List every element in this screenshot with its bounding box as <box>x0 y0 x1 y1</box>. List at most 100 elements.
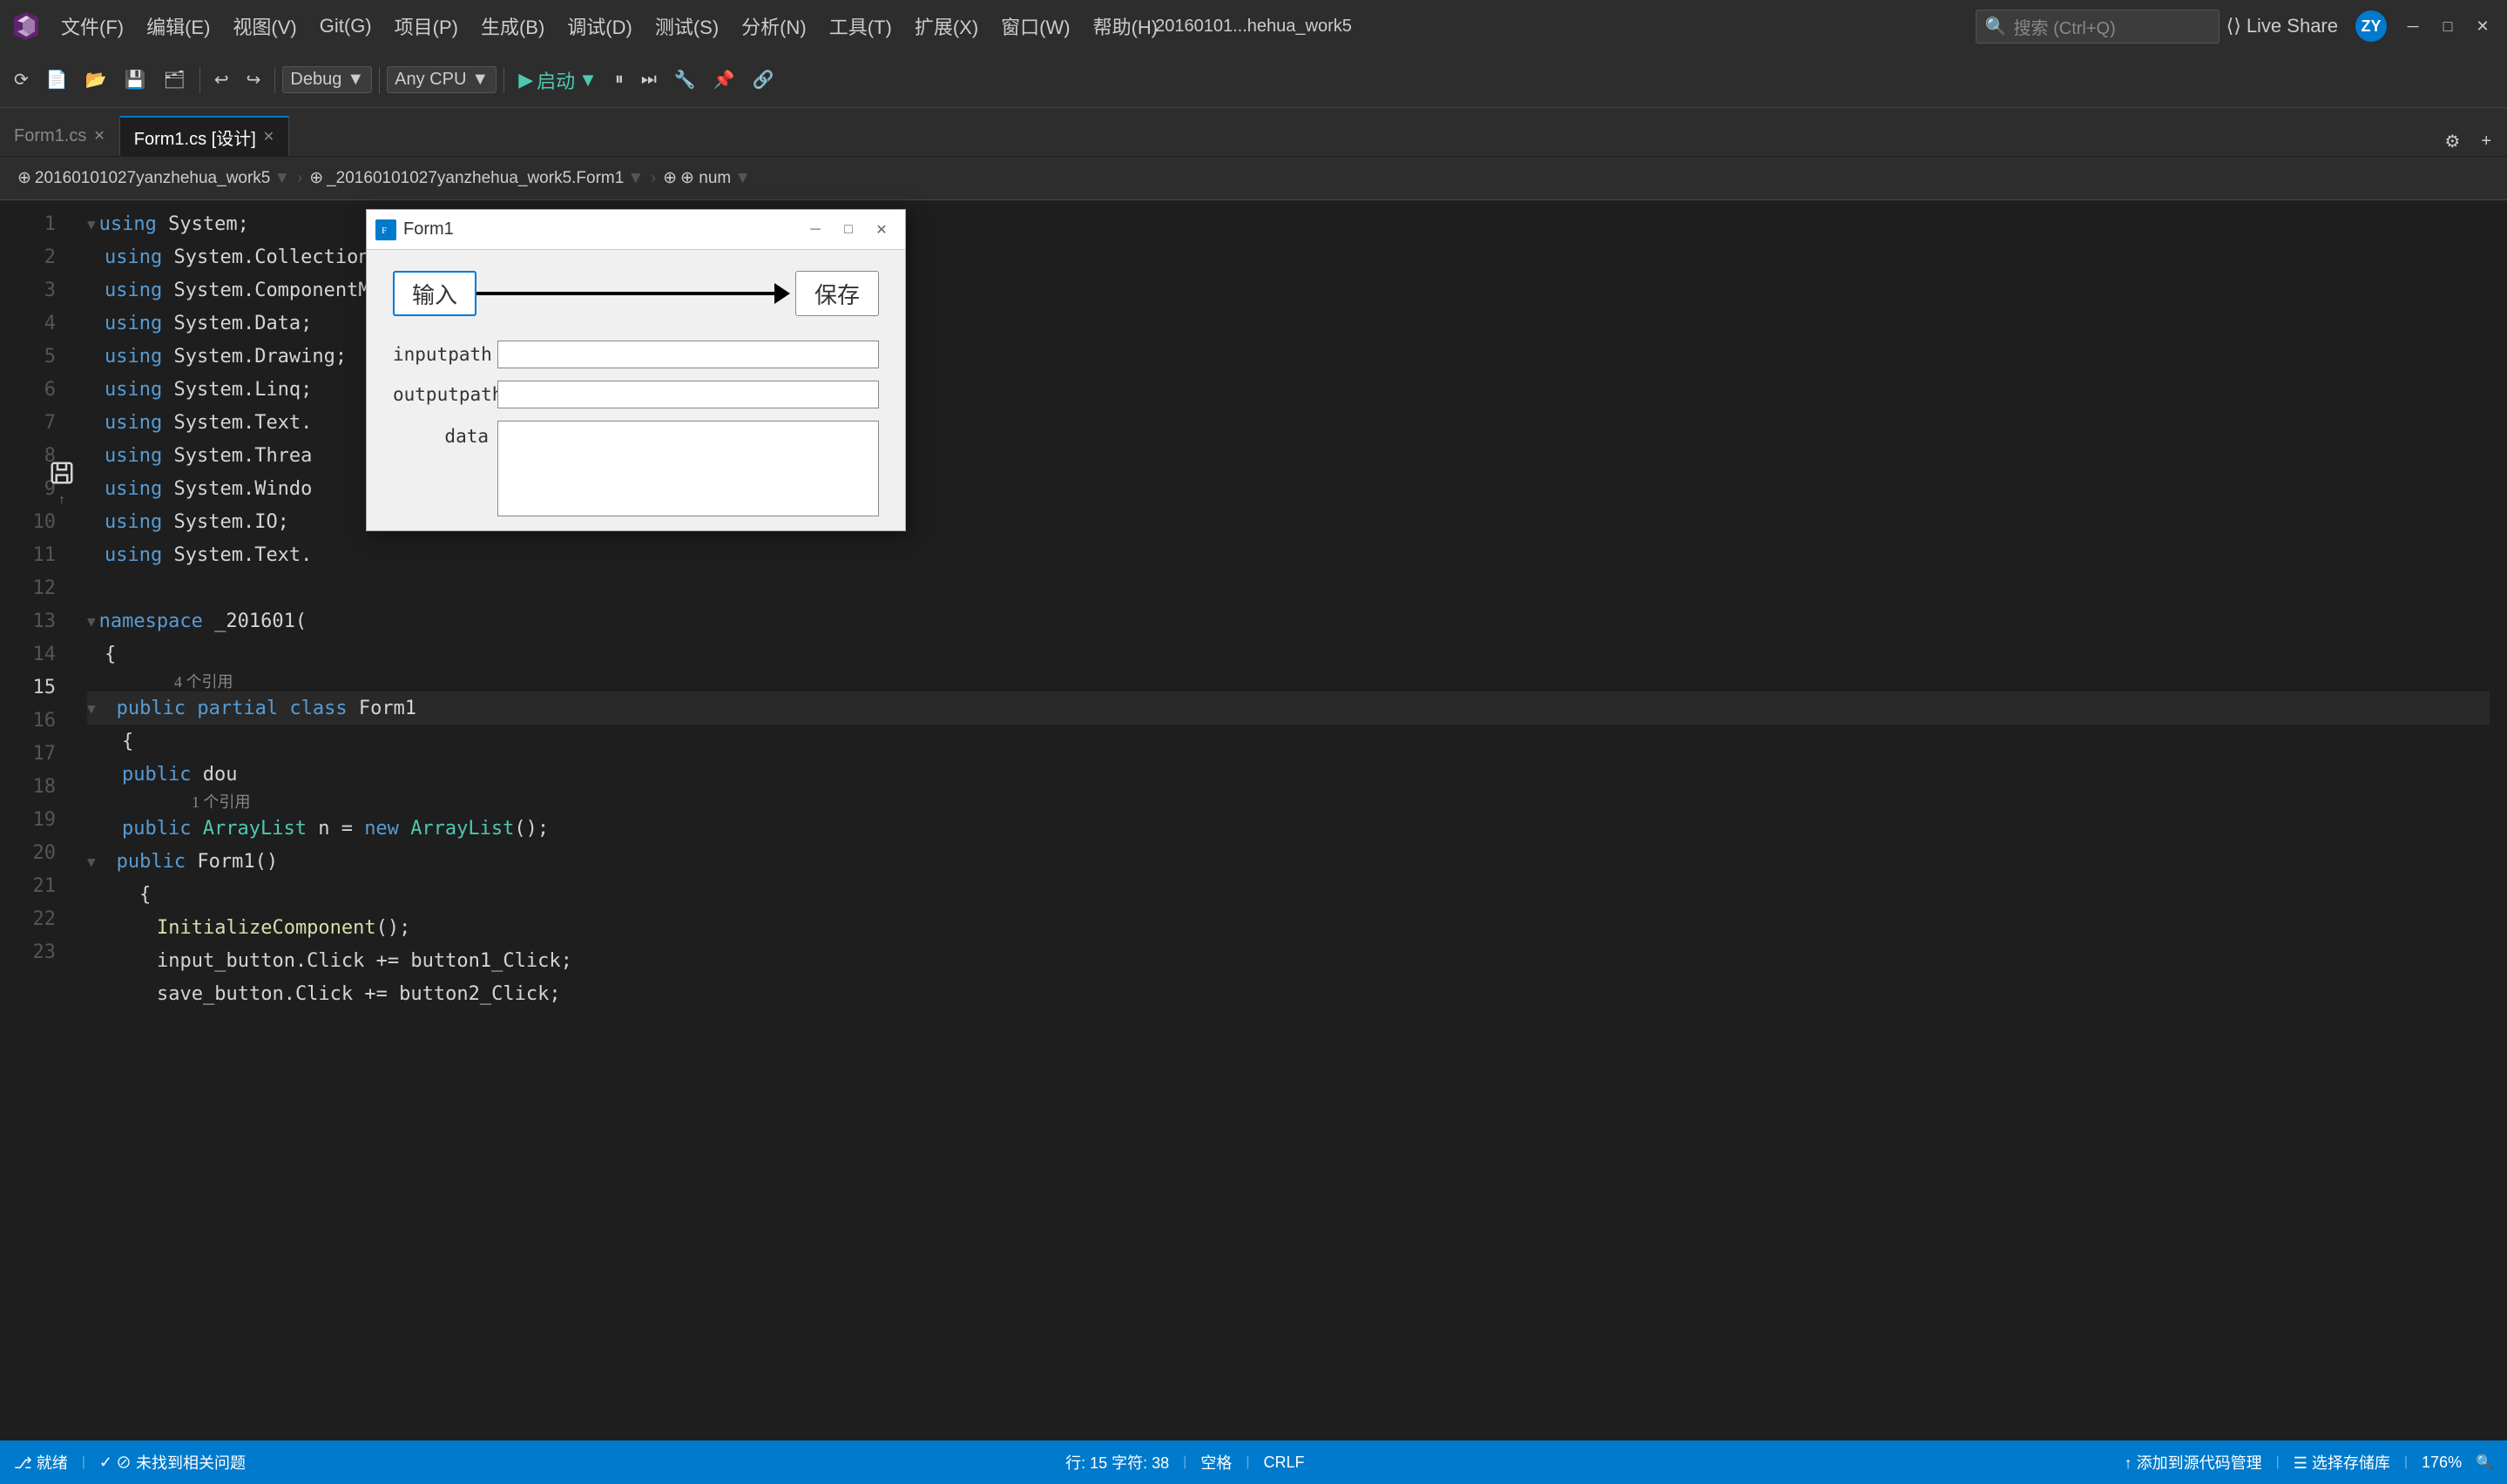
undo-btn[interactable]: ↩ <box>207 65 236 94</box>
tools-btn4[interactable]: 🔗 <box>746 65 781 94</box>
line-num-15: 15 <box>0 671 70 704</box>
menu-test[interactable]: 测试(S) <box>645 9 729 44</box>
tab-form1-cs-close[interactable]: ✕ <box>93 127 105 145</box>
save-button[interactable]: 保存 <box>795 271 879 316</box>
live-share-label: Live Share <box>2247 15 2338 37</box>
inputpath-input[interactable] <box>497 341 879 368</box>
dialog-titlebar: F Form1 ─ □ ✕ <box>367 210 905 250</box>
maximize-button[interactable]: □ <box>2432 10 2463 42</box>
dialog-controls: ─ □ ✕ <box>801 218 896 242</box>
code-line-20: { <box>87 878 2490 911</box>
code-line-12 <box>87 571 2490 604</box>
menu-extensions[interactable]: 扩展(X) <box>904 9 989 44</box>
menu-file[interactable]: 文件(F) <box>51 9 134 44</box>
dialog-close-btn[interactable]: ✕ <box>867 218 896 242</box>
line-num-13: 13 <box>0 604 70 637</box>
input-button[interactable]: 输入 <box>393 271 476 316</box>
status-sep1: | <box>82 1454 85 1470</box>
dialog-title: Form1 <box>403 219 801 239</box>
line-num-21: 21 <box>0 869 70 902</box>
back-btn[interactable]: ⟳ <box>7 65 36 94</box>
arrow-head-icon <box>774 283 790 304</box>
menu-tools[interactable]: 工具(T) <box>819 9 902 44</box>
status-sep4: | <box>2276 1454 2280 1470</box>
path-class[interactable]: ⊕ _20160101027yanzhehua_work5.Form1 ▼ <box>302 165 651 192</box>
save-toolbar-btn[interactable]: 💾 <box>118 65 153 94</box>
menu-bar: 文件(F) 编辑(E) 视图(V) Git(G) 项目(P) 生成(B) 调试(… <box>51 9 1976 44</box>
data-textarea[interactable] <box>497 421 879 516</box>
debug-config-label: Debug <box>290 70 341 90</box>
code-line-13: ▼ namespace _201601( <box>87 604 2490 637</box>
line-num-16: 16 <box>0 704 70 737</box>
status-space[interactable]: 空格 <box>1200 1451 1232 1474</box>
status-add-code[interactable]: ↑ 添加到源代码管理 <box>2125 1451 2262 1474</box>
pause-btn[interactable]: ⏸ <box>608 66 631 93</box>
menu-edit[interactable]: 编辑(E) <box>136 9 220 44</box>
line-num-2: 2 <box>0 240 70 273</box>
cpu-config-dropdown[interactable]: Any CPU ▼ <box>387 66 497 93</box>
new-file-btn[interactable]: 📄 <box>39 65 75 94</box>
path-project-icon: ⊕ <box>17 168 31 188</box>
tools-btn3[interactable]: 📌 <box>706 65 742 94</box>
search-box[interactable]: 🔍 搜索 (Ctrl+Q) <box>1976 10 2220 44</box>
user-avatar[interactable]: ZY <box>2355 10 2387 42</box>
tab-form1-design-close[interactable]: ✕ <box>263 128 274 145</box>
status-zoom[interactable]: 176% <box>2422 1454 2462 1472</box>
step-btn[interactable]: ⏭ <box>634 66 664 93</box>
tab-form1-cs[interactable]: Form1.cs ✕ <box>0 116 120 156</box>
tab-form1-design-label: Form1.cs [设计] <box>134 125 256 150</box>
live-share-button[interactable]: ⟨⟩ Live Share <box>2220 11 2345 41</box>
path-member[interactable]: ⊕ ⊕ num ▼ <box>656 165 758 192</box>
status-encoding[interactable]: CRLF <box>1263 1454 1304 1472</box>
path-member-arrow: ▼ <box>734 169 751 188</box>
menu-project[interactable]: 项目(P) <box>384 9 469 44</box>
menu-build[interactable]: 生成(B) <box>470 9 555 44</box>
close-button[interactable]: ✕ <box>2467 10 2498 42</box>
menu-analyze[interactable]: 分析(N) <box>731 9 817 44</box>
code-line-17: public dou <box>87 758 2490 791</box>
menu-git[interactable]: Git(G) <box>309 11 382 41</box>
tab-settings-icon[interactable]: ⚙ <box>2437 127 2467 156</box>
status-sep2: | <box>1183 1454 1186 1470</box>
fold-1[interactable]: ▼ <box>87 216 96 233</box>
code-line-23: save_button.Click += button2_Click; <box>87 977 2490 1010</box>
fold-19[interactable]: ▼ <box>87 853 96 870</box>
minimize-button[interactable]: ─ <box>2397 10 2429 42</box>
tab-add-icon[interactable]: + <box>2474 128 2498 155</box>
status-errors[interactable]: ✓ ⊘ 未找到相关问题 <box>99 1451 246 1474</box>
menu-debug[interactable]: 调试(D) <box>557 9 643 44</box>
line-num-22: 22 <box>0 902 70 935</box>
fold-15[interactable]: ▼ <box>87 700 96 717</box>
svg-text:F: F <box>382 226 387 236</box>
start-button[interactable]: ▶ 启动 ▼ <box>511 63 605 98</box>
path-project-label: 20160101027yanzhehua_work5 <box>35 169 270 188</box>
path-class-arrow: ▼ <box>627 169 644 188</box>
path-project[interactable]: ⊕ 20160101027yanzhehua_work5 ▼ <box>10 165 297 192</box>
save-icon-overlay[interactable]: ↑ <box>49 460 75 506</box>
status-position[interactable]: 行: 15 字符: 38 <box>1065 1451 1169 1474</box>
tab-right-controls: ⚙ + <box>2429 127 2507 156</box>
dialog-maximize-btn[interactable]: □ <box>834 218 863 242</box>
menu-view[interactable]: 视图(V) <box>222 9 307 44</box>
title-bar: 文件(F) 编辑(E) 视图(V) Git(G) 项目(P) 生成(B) 调试(… <box>0 0 2507 52</box>
line-num-20: 20 <box>0 836 70 869</box>
status-select-repo[interactable]: ☰ 选择存储库 <box>2294 1451 2390 1474</box>
open-btn[interactable]: 📂 <box>78 65 114 94</box>
line-num-3: 3 <box>0 273 70 307</box>
status-git[interactable]: ⎇ 就绪 <box>14 1451 68 1474</box>
dialog-minimize-btn[interactable]: ─ <box>801 218 830 242</box>
debug-config-dropdown[interactable]: Debug ▼ <box>282 66 372 93</box>
redo-btn[interactable]: ↪ <box>240 65 268 94</box>
code-line-19: ▼ public Form1() <box>87 845 2490 878</box>
fold-13[interactable]: ▼ <box>87 613 96 630</box>
code-line-15: ▼ public partial class Form1 <box>87 691 2490 725</box>
form1-dialog[interactable]: F Form1 ─ □ ✕ 输入 保存 inputpath <box>366 209 906 531</box>
code-line-22: input_button.Click += button1_Click; <box>87 944 2490 977</box>
tools-btn2[interactable]: 🔧 <box>667 65 703 94</box>
tab-form1-design[interactable]: Form1.cs [设计] ✕ <box>120 116 289 156</box>
line-num-19: 19 <box>0 803 70 836</box>
ref-count-15: 4 个引用 <box>87 671 2490 691</box>
save-all-btn[interactable]: 🗂 <box>156 65 192 94</box>
outputpath-input[interactable] <box>497 381 879 408</box>
menu-window[interactable]: 窗口(W) <box>990 9 1080 44</box>
